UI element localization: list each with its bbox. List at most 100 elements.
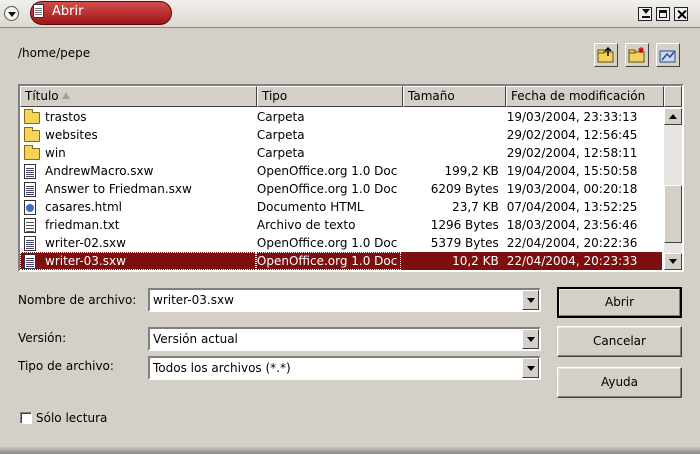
file-row[interactable]: casares.html Documento HTML 23,7 KB 07/04/2… <box>20 198 662 216</box>
writer-document-icon <box>24 253 36 269</box>
column-header-date[interactable]: Fecha de modificación <box>506 86 664 107</box>
default-directory-icon <box>659 50 676 63</box>
shade-window-icon[interactable] <box>638 7 652 21</box>
file-name: writer-02.sxw <box>45 236 126 250</box>
window-menu-icon[interactable] <box>4 6 19 21</box>
folder-icon <box>24 127 40 142</box>
file-size: 1296 Bytes <box>430 218 499 232</box>
filetype-dropdown-icon[interactable] <box>522 358 539 378</box>
readonly-checkbox[interactable] <box>20 412 32 424</box>
file-name-cell: friedman.txt <box>20 216 256 234</box>
writer-document-icon <box>24 235 36 251</box>
file-name: trastos <box>45 110 87 124</box>
file-date: 29/02/2004, 12:58:11 <box>506 146 638 160</box>
window-bottom-border <box>0 447 700 454</box>
scroll-down-icon[interactable] <box>664 253 682 270</box>
file-list[interactable]: Título Tipo Tamaño Fecha de modificación… <box>18 84 684 272</box>
file-name-cell: AndrewMacro.sxw <box>20 162 256 180</box>
folder-up-button[interactable] <box>594 43 618 67</box>
file-name-cell: win <box>20 144 256 162</box>
file-size: 10,2 KB <box>452 254 499 268</box>
help-button[interactable]: Ayuda <box>557 367 682 398</box>
file-size <box>401 108 503 126</box>
file-type: OpenOffice.org 1.0 Doc <box>255 252 402 270</box>
version-select[interactable]: Versión actual <box>148 327 541 351</box>
filename-label: Nombre de archivo: <box>18 293 137 307</box>
html-document-icon <box>24 199 36 215</box>
folder-icon <box>24 145 40 160</box>
readonly-label[interactable]: Sólo lectura <box>36 411 107 425</box>
file-size: 6209 Bytes <box>430 182 499 196</box>
file-name: AndrewMacro.sxw <box>45 164 154 178</box>
file-list-header: Título Tipo Tamaño Fecha de modificación <box>20 86 682 107</box>
file-type: Carpeta <box>256 128 305 142</box>
file-row[interactable]: Answer to Friedman.sxw OpenOffice.org 1.0… <box>20 180 662 198</box>
new-folder-icon <box>628 47 645 63</box>
file-name-cell: trastos <box>20 108 256 126</box>
file-row[interactable]: trastos Carpeta 19/03/2004, 23:33:13 <box>20 108 662 126</box>
file-row[interactable]: writer-03.sxw OpenOffice.org 1.0 Doc 10,2 … <box>20 252 662 270</box>
file-name: writer-03.sxw <box>45 254 126 268</box>
version-value: Versión actual <box>153 332 238 346</box>
folder-icon <box>24 109 40 124</box>
filename-dropdown-icon[interactable] <box>522 290 539 310</box>
file-name: Answer to Friedman.sxw <box>45 182 192 196</box>
file-size: 199,2 KB <box>444 164 499 178</box>
version-label: Versión: <box>18 331 67 345</box>
file-date: 22/04/2004, 20:22:36 <box>506 236 638 250</box>
sort-ascending-icon <box>61 92 70 99</box>
file-name: win <box>45 146 66 160</box>
filename-value[interactable]: writer-03.sxw <box>153 293 234 307</box>
file-date: 22/04/2004, 20:23:33 <box>506 254 638 268</box>
file-type: OpenOffice.org 1.0 Doc <box>256 236 398 250</box>
file-row[interactable]: writer-02.sxw OpenOffice.org 1.0 Doc 5379 … <box>20 234 662 252</box>
scroll-up-icon[interactable] <box>664 108 682 125</box>
title-bar: Abrir <box>0 0 700 28</box>
file-rows: trastos Carpeta 19/03/2004, 23:33:13 websit… <box>20 108 662 270</box>
file-size <box>401 126 503 144</box>
filetype-value: Todos los archivos (*.*) <box>153 361 291 375</box>
text-document-icon <box>24 217 36 233</box>
maximize-window-icon[interactable] <box>656 7 670 21</box>
file-name-cell: writer-03.sxw <box>20 252 256 270</box>
filetype-label: Tipo de archivo: <box>18 359 114 373</box>
window-title: Abrir <box>52 4 84 19</box>
version-dropdown-icon[interactable] <box>522 329 539 349</box>
file-type: OpenOffice.org 1.0 Doc <box>256 164 398 178</box>
file-date: 29/02/2004, 12:56:45 <box>506 128 638 142</box>
file-size <box>401 144 503 162</box>
file-date: 19/03/2004, 23:33:13 <box>506 110 638 124</box>
filetype-select[interactable]: Todos los archivos (*.*) <box>148 356 541 380</box>
filename-field[interactable]: writer-03.sxw <box>148 288 541 312</box>
writer-document-icon <box>24 163 36 179</box>
close-window-icon[interactable] <box>674 7 688 21</box>
file-name: websites <box>45 128 98 142</box>
file-date: 19/03/2004, 00:20:18 <box>506 182 638 196</box>
file-row[interactable]: win Carpeta 29/02/2004, 12:58:11 <box>20 144 662 162</box>
file-date: 07/04/2004, 13:52:25 <box>506 200 638 214</box>
file-type: Archivo de texto <box>256 218 356 232</box>
scroll-thumb[interactable] <box>664 185 682 243</box>
file-name-cell: writer-02.sxw <box>20 234 256 252</box>
open-button[interactable]: Abrir <box>557 287 682 318</box>
file-name: friedman.txt <box>45 218 120 232</box>
file-row[interactable]: friedman.txt Archivo de texto 1296 Bytes 18… <box>20 216 662 234</box>
vertical-scrollbar[interactable] <box>664 108 682 270</box>
column-header-name[interactable]: Título <box>20 86 257 107</box>
cancel-button[interactable]: Cancelar <box>557 326 682 357</box>
folder-up-icon <box>597 46 614 63</box>
column-header-type[interactable]: Tipo <box>257 86 403 107</box>
default-directory-button[interactable] <box>656 43 680 67</box>
file-type: Documento HTML <box>256 200 364 214</box>
column-header-size[interactable]: Tamaño <box>403 86 506 107</box>
writer-document-icon <box>24 181 36 197</box>
file-row[interactable]: websites Carpeta 29/02/2004, 12:56:45 <box>20 126 662 144</box>
document-icon <box>33 4 44 18</box>
file-type: Carpeta <box>256 146 305 160</box>
file-name-cell: casares.html <box>20 198 256 216</box>
file-name-cell: Answer to Friedman.sxw <box>20 180 256 198</box>
file-name: casares.html <box>45 200 123 214</box>
file-size: 23,7 KB <box>452 200 499 214</box>
file-row[interactable]: AndrewMacro.sxw OpenOffice.org 1.0 Doc 199… <box>20 162 662 180</box>
new-folder-button[interactable] <box>625 43 649 67</box>
